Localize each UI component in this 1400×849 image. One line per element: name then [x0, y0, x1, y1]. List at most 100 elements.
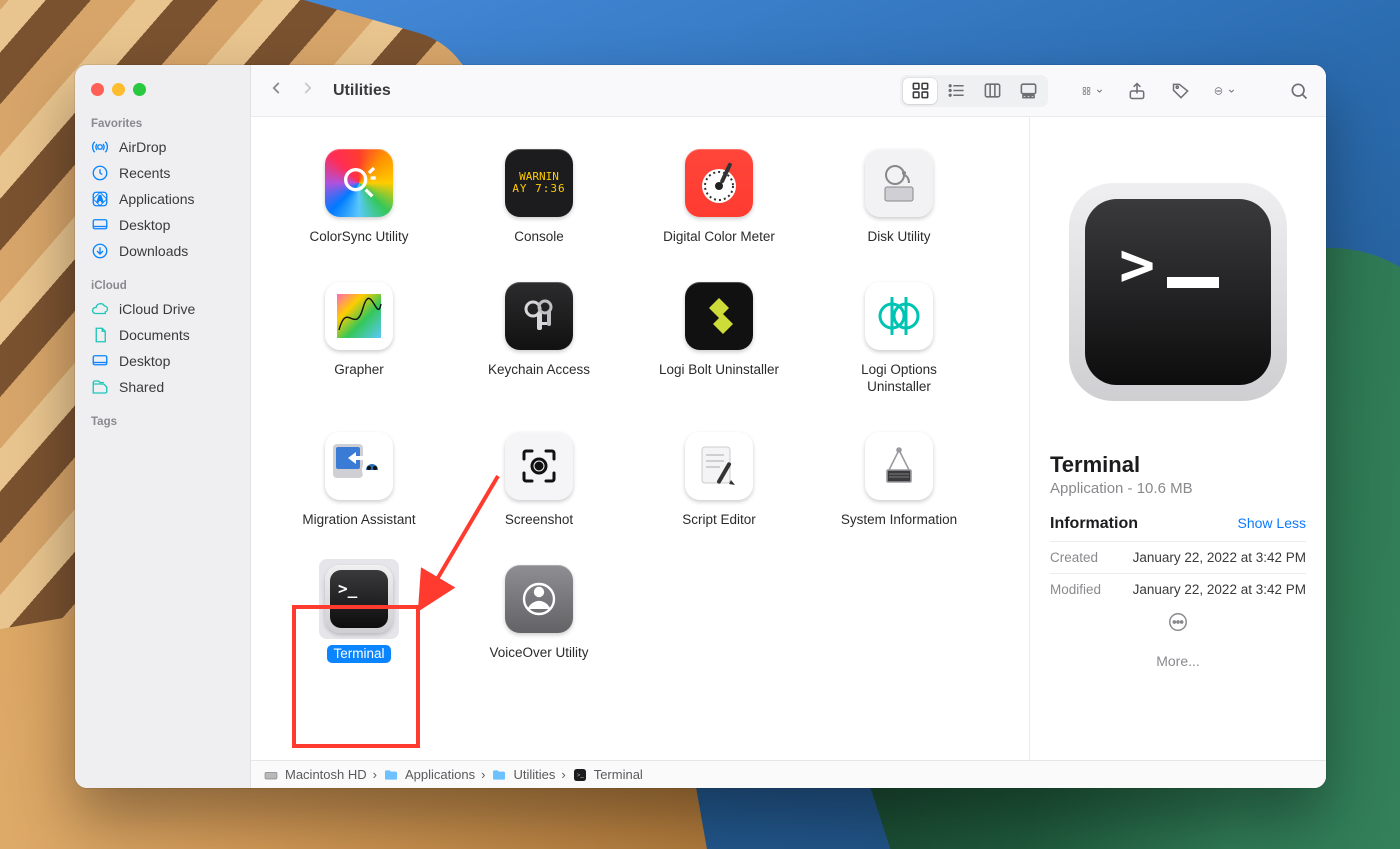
path-crumb-label: Applications [405, 767, 475, 782]
path-crumb[interactable]: Macintosh HD [263, 767, 367, 783]
share-button[interactable] [1126, 80, 1148, 102]
app-icon [319, 143, 399, 223]
path-crumb[interactable]: >_Terminal [572, 767, 643, 783]
app-icon [319, 426, 399, 506]
view-gallery-button[interactable] [1011, 78, 1045, 104]
file-label: Disk Utility [868, 229, 931, 246]
sidebar-section-title: Favorites [75, 112, 250, 134]
file-item-keychain-access[interactable]: Keychain Access [449, 272, 629, 400]
file-label: VoiceOver Utility [489, 645, 588, 662]
file-item-terminal[interactable]: >_Terminal [269, 555, 449, 668]
actions-dropdown[interactable] [1214, 80, 1236, 102]
svg-text:A: A [97, 194, 104, 204]
file-label: Screenshot [505, 512, 573, 529]
file-label: Logi Options Uninstaller [829, 362, 969, 396]
app-icon [679, 276, 759, 356]
preview-info-row: Modified January 22, 2022 at 3:42 PM [1050, 573, 1306, 605]
cloud-icon [91, 300, 109, 318]
airdrop-icon [91, 138, 109, 156]
app-icon [859, 276, 939, 356]
preview-panel: > Terminal Application - 10.6 MB Informa… [1029, 117, 1326, 760]
file-item-migration-assistant[interactable]: Migration Assistant [269, 422, 449, 533]
sidebar-item-label: Shared [119, 379, 164, 395]
path-crumb-label: Utilities [513, 767, 555, 782]
sidebar-item-label: AirDrop [119, 139, 166, 155]
sidebar-section-title: Tags [75, 410, 250, 432]
sidebar-item-recents[interactable]: Recents [75, 160, 250, 186]
app-icon [319, 276, 399, 356]
desktop-icon [91, 352, 109, 370]
preview-app-icon: > [1063, 177, 1293, 412]
file-item-colorsync-utility[interactable]: ColorSync Utility [269, 139, 449, 250]
preview-info-value: January 22, 2022 at 3:42 PM [1133, 582, 1306, 597]
sidebar-item-documents[interactable]: Documents [75, 322, 250, 348]
tags-button[interactable] [1170, 80, 1192, 102]
preview-title: Terminal [1050, 452, 1306, 478]
path-crumb[interactable]: Applications [383, 767, 475, 783]
sidebar-item-downloads[interactable]: Downloads [75, 238, 250, 264]
icon-view-area[interactable]: ColorSync Utility WARNINAY 7:36ConsoleDig… [251, 117, 1029, 760]
file-item-logi-bolt-uninstaller[interactable]: Logi Bolt Uninstaller [629, 272, 809, 400]
view-icons-button[interactable] [903, 78, 937, 104]
download-icon [91, 242, 109, 260]
file-label: System Information [841, 512, 957, 529]
file-label: Migration Assistant [302, 512, 415, 529]
group-dropdown[interactable] [1082, 80, 1104, 102]
sidebar-item-label: Recents [119, 165, 170, 181]
more-icon[interactable] [1050, 611, 1306, 633]
file-item-grapher[interactable]: Grapher [269, 272, 449, 400]
shared-icon [91, 378, 109, 396]
file-item-disk-utility[interactable]: Disk Utility [809, 139, 989, 250]
app-icon [679, 426, 759, 506]
sidebar-item-airdrop[interactable]: AirDrop [75, 134, 250, 160]
apps-icon: A [91, 190, 109, 208]
path-crumb-label: Macintosh HD [285, 767, 367, 782]
file-item-voiceover-utility[interactable]: VoiceOver Utility [449, 555, 629, 668]
sidebar-item-label: iCloud Drive [119, 301, 195, 317]
view-switcher [900, 75, 1048, 107]
file-item-console[interactable]: WARNINAY 7:36Console [449, 139, 629, 250]
sidebar-item-desktop[interactable]: Desktop [75, 212, 250, 238]
file-label: Logi Bolt Uninstaller [659, 362, 779, 379]
sidebar-item-desktop[interactable]: Desktop [75, 348, 250, 374]
main-area: Utilities [251, 65, 1326, 788]
sidebar-item-shared[interactable]: Shared [75, 374, 250, 400]
app-icon: WARNINAY 7:36 [499, 143, 579, 223]
sidebar-item-applications[interactable]: AApplications [75, 186, 250, 212]
file-label: ColorSync Utility [309, 229, 408, 246]
file-item-digital-color-meter[interactable]: Digital Color Meter [629, 139, 809, 250]
sidebar-item-icloud-drive[interactable]: iCloud Drive [75, 296, 250, 322]
file-label: Keychain Access [488, 362, 590, 379]
app-icon [859, 426, 939, 506]
sidebar-item-label: Desktop [119, 353, 170, 369]
preview-info-key: Modified [1050, 582, 1101, 597]
path-bar: Macintosh HD›Applications›Utilities›>_Te… [251, 760, 1326, 788]
file-item-logi-options-uninstaller[interactable]: Logi Options Uninstaller [809, 272, 989, 400]
close-button[interactable] [91, 83, 104, 96]
file-item-script-editor[interactable]: Script Editor [629, 422, 809, 533]
app-icon [499, 559, 579, 639]
desktop-icon [91, 216, 109, 234]
minimize-button[interactable] [112, 83, 125, 96]
folder-icon [383, 767, 399, 783]
path-crumb[interactable]: Utilities [491, 767, 555, 783]
doc-icon [91, 326, 109, 344]
toolbar: Utilities [251, 65, 1326, 117]
preview-more-label[interactable]: More... [1050, 653, 1306, 669]
forward-button[interactable] [299, 79, 317, 102]
svg-text:>_: >_ [576, 772, 584, 779]
back-button[interactable] [267, 79, 285, 102]
search-button[interactable] [1288, 80, 1310, 102]
sidebar-item-label: Desktop [119, 217, 170, 233]
preview-info-value: January 22, 2022 at 3:42 PM [1133, 550, 1306, 565]
app-icon [499, 276, 579, 356]
file-item-screenshot[interactable]: Screenshot [449, 422, 629, 533]
app-icon [679, 143, 759, 223]
preview-toggle-link[interactable]: Show Less [1238, 515, 1306, 531]
view-columns-button[interactable] [975, 78, 1009, 104]
terminal-icon: >_ [572, 767, 588, 783]
window-title: Utilities [333, 82, 391, 100]
zoom-button[interactable] [133, 83, 146, 96]
file-item-system-information[interactable]: System Information [809, 422, 989, 533]
view-list-button[interactable] [939, 78, 973, 104]
